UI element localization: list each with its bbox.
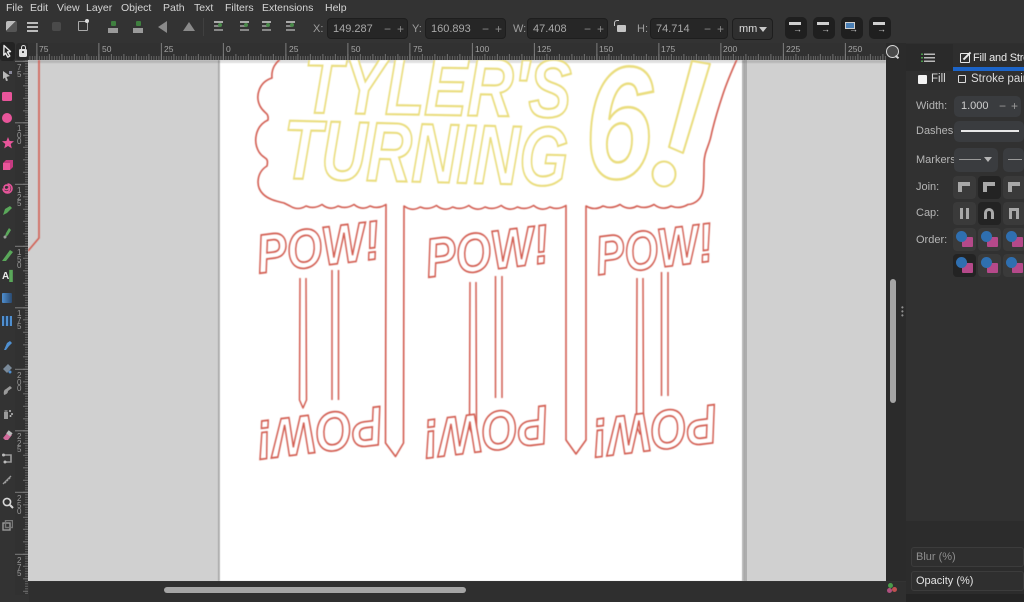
svg-text:TURNING: TURNING bbox=[282, 102, 569, 203]
svg-text:6: 6 bbox=[585, 60, 653, 213]
